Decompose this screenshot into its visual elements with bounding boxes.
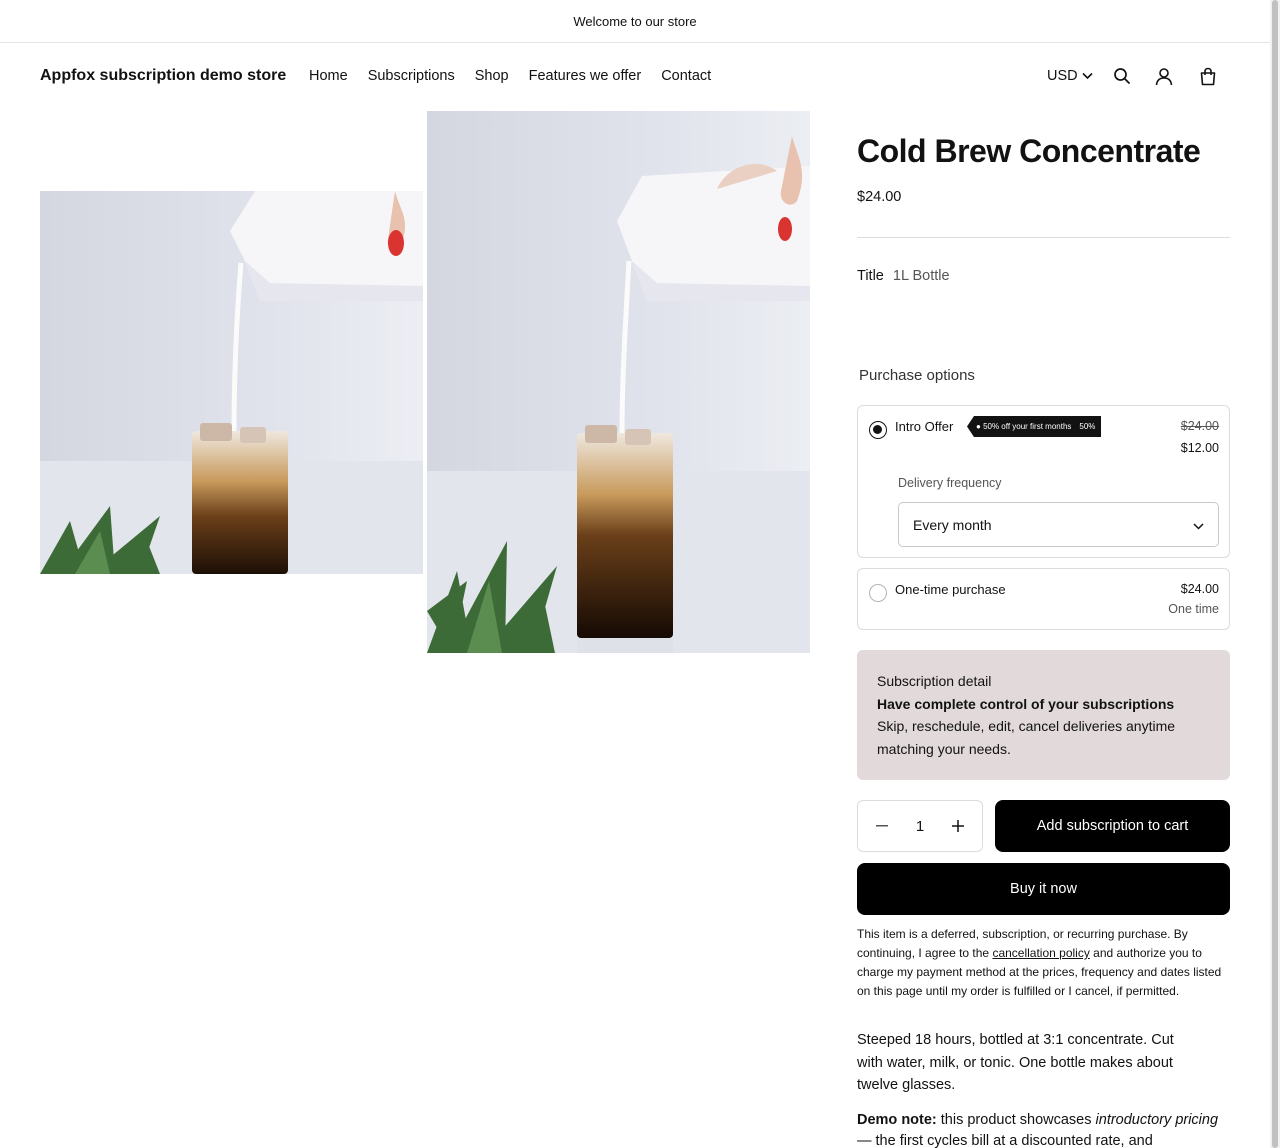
demo-note: Demo note: this product showcases introd… [857,1110,1230,1148]
one-time-sub: One time [1168,602,1219,616]
quantity-value[interactable]: 1 [916,818,924,835]
purchase-options-heading: Purchase options [859,367,975,384]
demo-note-text1: this product showcases [936,1112,1096,1128]
subscription-detail-heading: Subscription detail [877,673,992,689]
purchase-option-one-time[interactable]: One-time purchase $24.00 One time [857,568,1230,630]
variant-selector[interactable]: Title 1L Bottle [857,268,950,284]
subscription-detail-bold: Have complete control of your subscripti… [877,695,1175,712]
nav-home[interactable]: Home [309,68,348,84]
subscription-detail-box: Subscription detail Have complete contro… [857,650,1230,780]
badge-percent: 50% [1079,422,1096,431]
add-subscription-button[interactable]: Add subscription to cart [995,800,1230,852]
nav-features[interactable]: Features we offer [529,68,642,84]
announcement-bar: Welcome to our store [0,0,1270,43]
demo-note-label: Demo note: [857,1112,937,1128]
variant-label: Title [857,268,884,284]
site-header: Appfox subscription demo store Home Subs… [0,43,1270,111]
product-price: $24.00 [857,189,902,205]
product-image-2[interactable] [427,111,810,653]
subscription-detail-body: Skip, reschedule, edit, cancel deliverie… [877,718,1176,757]
cart-icon[interactable] [1197,65,1219,87]
chevron-down-icon [1082,68,1093,84]
demo-note-text2: — the first cycles bill at a discounted … [857,1132,1153,1148]
divider [857,237,1230,238]
currency-selector[interactable]: USD [1047,68,1093,84]
nav-shop[interactable]: Shop [475,68,509,84]
announcement-text: Welcome to our store [573,13,697,29]
store-logo[interactable]: Appfox subscription demo store [40,67,286,85]
product-image-1[interactable] [40,191,423,574]
one-time-radio[interactable] [869,584,887,602]
main-nav: Home Subscriptions Shop Features we offe… [309,68,731,84]
discount-badge: ● 50% off your first months 50% [967,416,1102,437]
subscription-consent: This item is a deferred, subscription, o… [857,925,1233,1001]
currency-label: USD [1047,68,1078,84]
frequency-value: Every month [913,516,992,533]
nav-subscriptions[interactable]: Subscriptions [368,68,455,84]
intro-offer-label: Intro Offer [895,419,954,434]
one-time-price: $24.00 [1180,582,1219,596]
original-price: $24.00 [1180,419,1219,433]
delivery-frequency-label: Delivery frequency [898,476,1002,490]
page-scrollbar[interactable] [1270,0,1280,1148]
buy-now-button[interactable]: Buy it now [857,863,1230,915]
demo-note-italic: introductory pricing [1095,1112,1219,1128]
badge-text: ● 50% off your first months [976,422,1072,431]
search-icon[interactable] [1111,65,1133,87]
account-icon[interactable] [1153,65,1175,87]
delivery-frequency-select[interactable]: Every month [898,502,1219,547]
chevron-down-icon [1193,517,1204,533]
cancellation-policy-link[interactable]: cancellation policy [992,946,1089,960]
product-description: Steeped 18 hours, bottled at 3:1 concent… [857,1032,1174,1093]
discounted-price: $12.00 [1180,441,1219,455]
one-time-label: One-time purchase [895,582,1006,597]
intro-offer-radio[interactable] [869,421,887,439]
quantity-stepper: 1 [857,800,983,852]
purchase-option-intro-offer[interactable]: Intro Offer ● 50% off your first months … [857,405,1230,558]
variant-value: 1L Bottle [892,268,950,284]
nav-contact[interactable]: Contact [661,68,711,84]
minus-icon[interactable] [872,816,892,836]
scrollbar-thumb[interactable] [1272,0,1278,1148]
plus-icon[interactable] [948,816,968,836]
product-title: Cold Brew Concentrate [857,133,1201,169]
